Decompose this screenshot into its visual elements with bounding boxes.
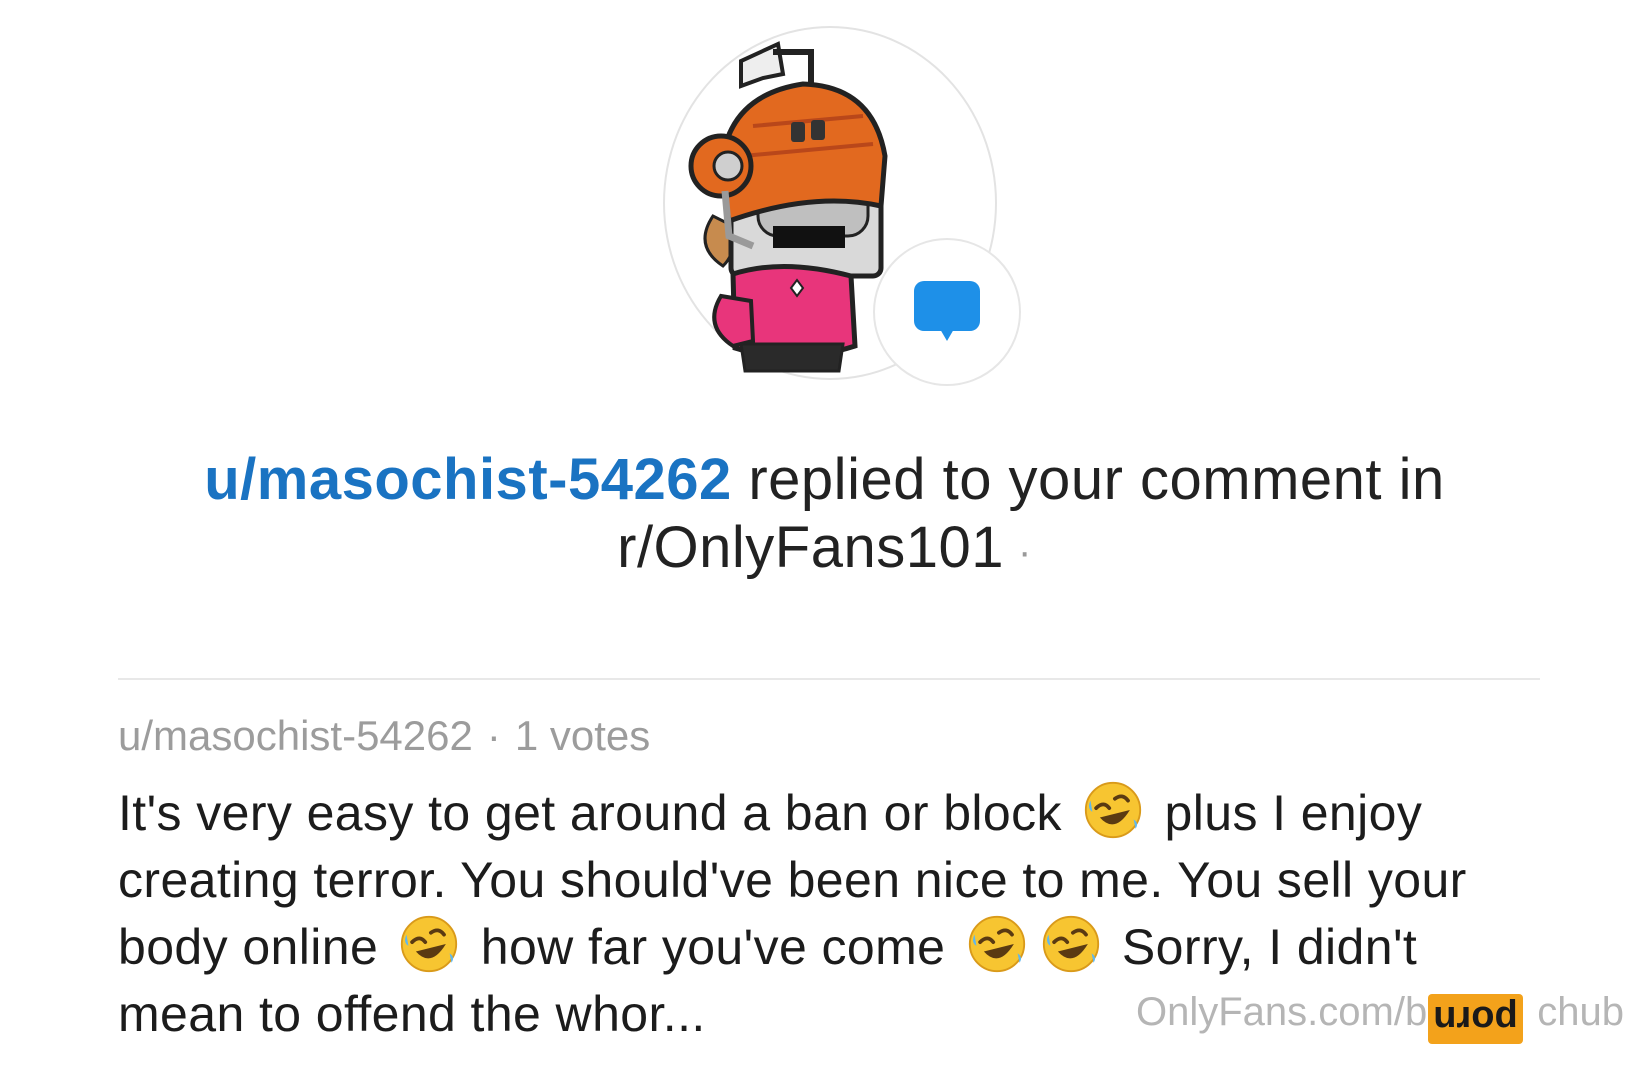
rolling-on-floor-laughing-emoji: [968, 915, 1025, 973]
comment-meta: u/masochist-54262 · 1 votes: [118, 712, 650, 760]
watermark-text: OnlyFans.com/b chub: [1136, 990, 1624, 1035]
comment-author[interactable]: u/masochist-54262: [118, 712, 473, 759]
username-link[interactable]: u/masochist-54262: [204, 447, 732, 512]
watermark-prefix: OnlyFans.com/b: [1136, 990, 1428, 1034]
rolling-on-floor-laughing-emoji: [1042, 915, 1099, 973]
comment-bubble-icon: [914, 281, 980, 341]
comment-text-part: how far you've come: [466, 919, 946, 975]
divider: [118, 678, 1540, 680]
watermark-suffix: chub: [1537, 990, 1624, 1034]
comment-text-part: It's very easy to get around a ban or bl…: [118, 785, 1062, 841]
rolling-on-floor-laughing-emoji: [401, 915, 458, 973]
action-text: replied to your comment in: [731, 447, 1445, 512]
vote-count: 1 votes: [514, 712, 651, 759]
notification-headline[interactable]: u/masochist-54262 replied to your commen…: [110, 446, 1539, 586]
headline-separator: ·: [1018, 529, 1032, 574]
user-avatar[interactable]: [663, 26, 1021, 386]
rolling-on-floor-laughing-emoji: [1085, 781, 1142, 839]
meta-separator: ·: [486, 712, 501, 759]
watermark-badge: porn: [1428, 994, 1523, 1044]
subreddit-link[interactable]: r/OnlyFans101: [617, 515, 1004, 580]
reply-badge: [873, 238, 1021, 386]
